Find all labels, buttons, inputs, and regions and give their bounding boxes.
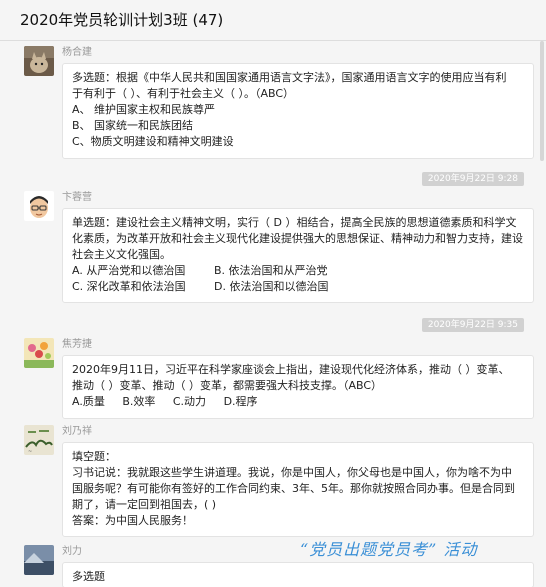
chat-title: 2020年党员轮训计划3班 (47) — [0, 0, 546, 41]
message-text: 填空题： — [72, 450, 116, 463]
avatar-cartoon-man-icon — [24, 191, 54, 221]
message-text: 2020年9月11日，习近平在科学家座谈会上指出，建设现代化经济体系，推动（ ）… — [72, 363, 510, 376]
option-text: B.效率 — [122, 395, 156, 408]
option-text: D.程序 — [223, 395, 258, 408]
message-text: 期了，请一定回到祖国去，( ) — [72, 498, 217, 511]
message-text: 多选题 — [72, 570, 105, 583]
option-row: C. 深化改革和依法治国 D. 依法治国和以德治国 — [72, 279, 525, 295]
message-list: 杨合建 多选题：根据《中华人民共和国国家通用语言文字法》，国家通用语言文字的使用… — [0, 41, 546, 587]
message-bubble[interactable]: 填空题： 习书记说：我就跟这些学生讲道理。我说，你是中国人，你父母也是中国人，你… — [62, 442, 534, 537]
avatar[interactable] — [24, 191, 54, 221]
option-text: C. 深化改革和依法治国 — [72, 280, 186, 293]
message-text: 多选题：根据《中华人民共和国国家通用语言文字法》，国家通用语言文字的使用应当有利 — [72, 71, 507, 84]
sender-name: 刘乃祥 — [62, 426, 92, 437]
sender-name: 杨合建 — [62, 47, 92, 58]
message-bubble[interactable]: 多选题：根据《中华人民共和国国家通用语言文字法》，国家通用语言文字的使用应当有利… — [62, 63, 534, 159]
avatar-flowers-icon — [24, 338, 54, 368]
chat-window: 2020年党员轮训计划3班 (47) 杨合建 多选题：根据《中华人民共和国国家通… — [0, 0, 546, 587]
timestamp: 2020年9月22日 9:28 — [421, 172, 524, 186]
option-text: A.质量 — [72, 395, 105, 408]
message-bubble[interactable]: 2020年9月11日，习近平在科学家座谈会上指出，建设现代化经济体系，推动（ ）… — [62, 355, 534, 419]
avatar[interactable]: ~ — [24, 425, 54, 455]
avatar-cat-icon — [24, 46, 54, 76]
option-text: B. 依法治国和从严治党 — [214, 264, 328, 277]
message-text: 于有利于（ ）、有利于社会主义（ ）。（ABC） — [72, 87, 295, 100]
avatar-landscape-icon — [24, 545, 54, 575]
avatar-painting-icon: ~ — [24, 425, 54, 455]
option-row: A. 从严治党和以德治国 B. 依法治国和从严治党 — [72, 263, 525, 279]
sender-name: 刘力 — [62, 546, 82, 557]
option-row: A.质量 B.效率 C.动力 D.程序 — [72, 394, 525, 410]
message-item: 焦芳捷 2020年9月11日，习近平在科学家座谈会上指出，建设现代化经济体系，推… — [24, 338, 534, 428]
message-bubble[interactable]: 单选题：建设社会主义精神文明，实行（ D ）相结合，提高全民族的思想道德素质和科… — [62, 208, 534, 303]
activity-watermark: “党员出题党员考” 活动 — [300, 540, 478, 559]
timestamp: 2020年9月22日 9:35 — [421, 318, 524, 332]
option-text: C.动力 — [172, 395, 207, 408]
message-text: C、物质文明建设和精神文明建设 — [72, 135, 234, 148]
message-text: B、 国家统一和民族团结 — [72, 119, 194, 132]
message-item: ~ 刘乃祥 填空题： 习书记说：我就跟这些学生讲道理。我说，你是中国人，你父母也… — [24, 425, 534, 543]
sender-name: 焦芳捷 — [62, 339, 92, 350]
message-text: 国服务呢？有可能你有签好的工作合同约束、3年、5年。那你就按照合同办事。但是合同… — [72, 482, 515, 495]
option-text: D. 依法治国和以德治国 — [214, 280, 329, 293]
sender-name: 卞蓉营 — [62, 192, 92, 203]
message-item: 卞蓉营 单选题：建设社会主义精神文明，实行（ D ）相结合，提高全民族的思想道德… — [24, 191, 534, 303]
message-text: 习书记说：我就跟这些学生讲道理。我说，你是中国人，你父母也是中国人，你为啥不为中 — [72, 466, 512, 479]
avatar[interactable] — [24, 545, 54, 575]
message-text: 答案：为中国人民服务！ — [72, 514, 193, 527]
message-text: 推动（ ）变革、推动（ ）变革，都需要强大科技支撑。（ABC） — [72, 379, 383, 392]
option-text: A. 从严治党和以德治国 — [72, 264, 186, 277]
avatar[interactable] — [24, 338, 54, 368]
svg-text:~: ~ — [28, 449, 32, 455]
message-text: A、 维护国家主权和民族尊严 — [72, 103, 216, 116]
message-item: 杨合建 多选题：根据《中华人民共和国国家通用语言文字法》，国家通用语言文字的使用… — [24, 46, 534, 166]
avatar[interactable] — [24, 46, 54, 76]
message-bubble[interactable]: 多选题 — [62, 562, 534, 587]
message-text: 单选题：建设社会主义精神文明，实行（ D ）相结合，提高全民族的思想道德素质和科… — [72, 216, 523, 261]
